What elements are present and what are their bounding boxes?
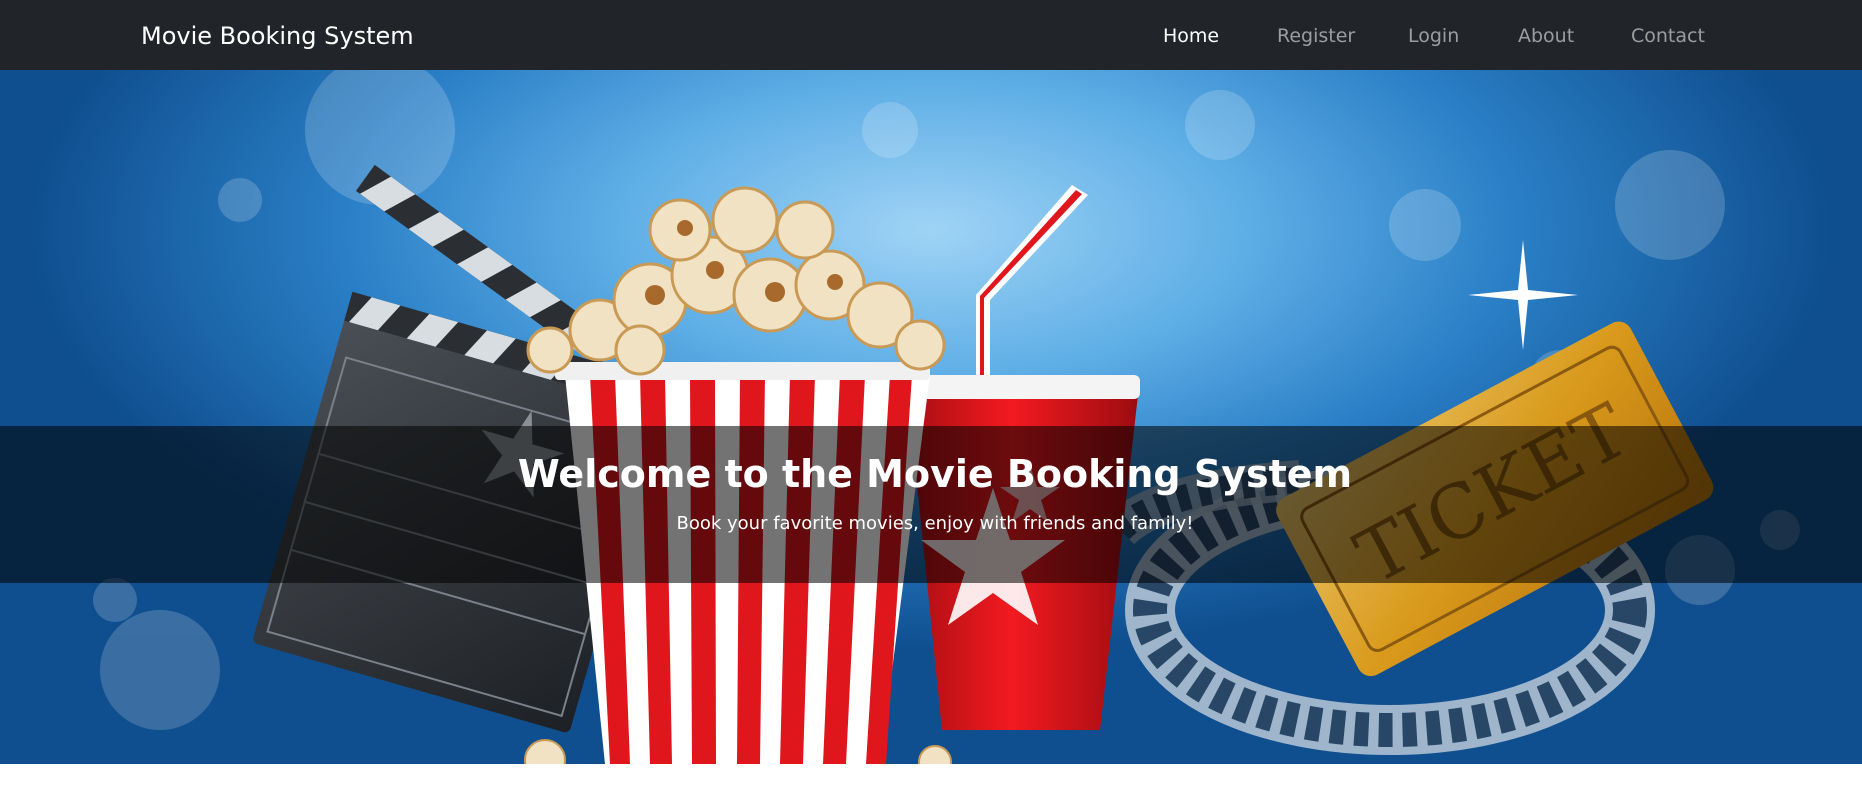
nav-about[interactable]: About [1518,0,1574,70]
hero-carousel: TICKET [0,70,1862,764]
hero-subtitle: Book your favorite movies, enjoy with fr… [676,513,1194,534]
nav-home[interactable]: Home [1163,0,1219,70]
caption-backdrop [0,426,1862,583]
hero-illustration: TICKET [93,70,1800,764]
hero-title: Welcome to the Movie Booking System [517,452,1353,496]
nav-register[interactable]: Register [1277,0,1355,70]
nav-contact[interactable]: Contact [1631,0,1705,70]
sparkle-icon [1468,240,1578,350]
brand-link[interactable]: Movie Booking System [141,0,414,70]
nav-login[interactable]: Login [1408,0,1459,70]
navbar: Movie Booking System Home Register Login… [0,0,1862,70]
